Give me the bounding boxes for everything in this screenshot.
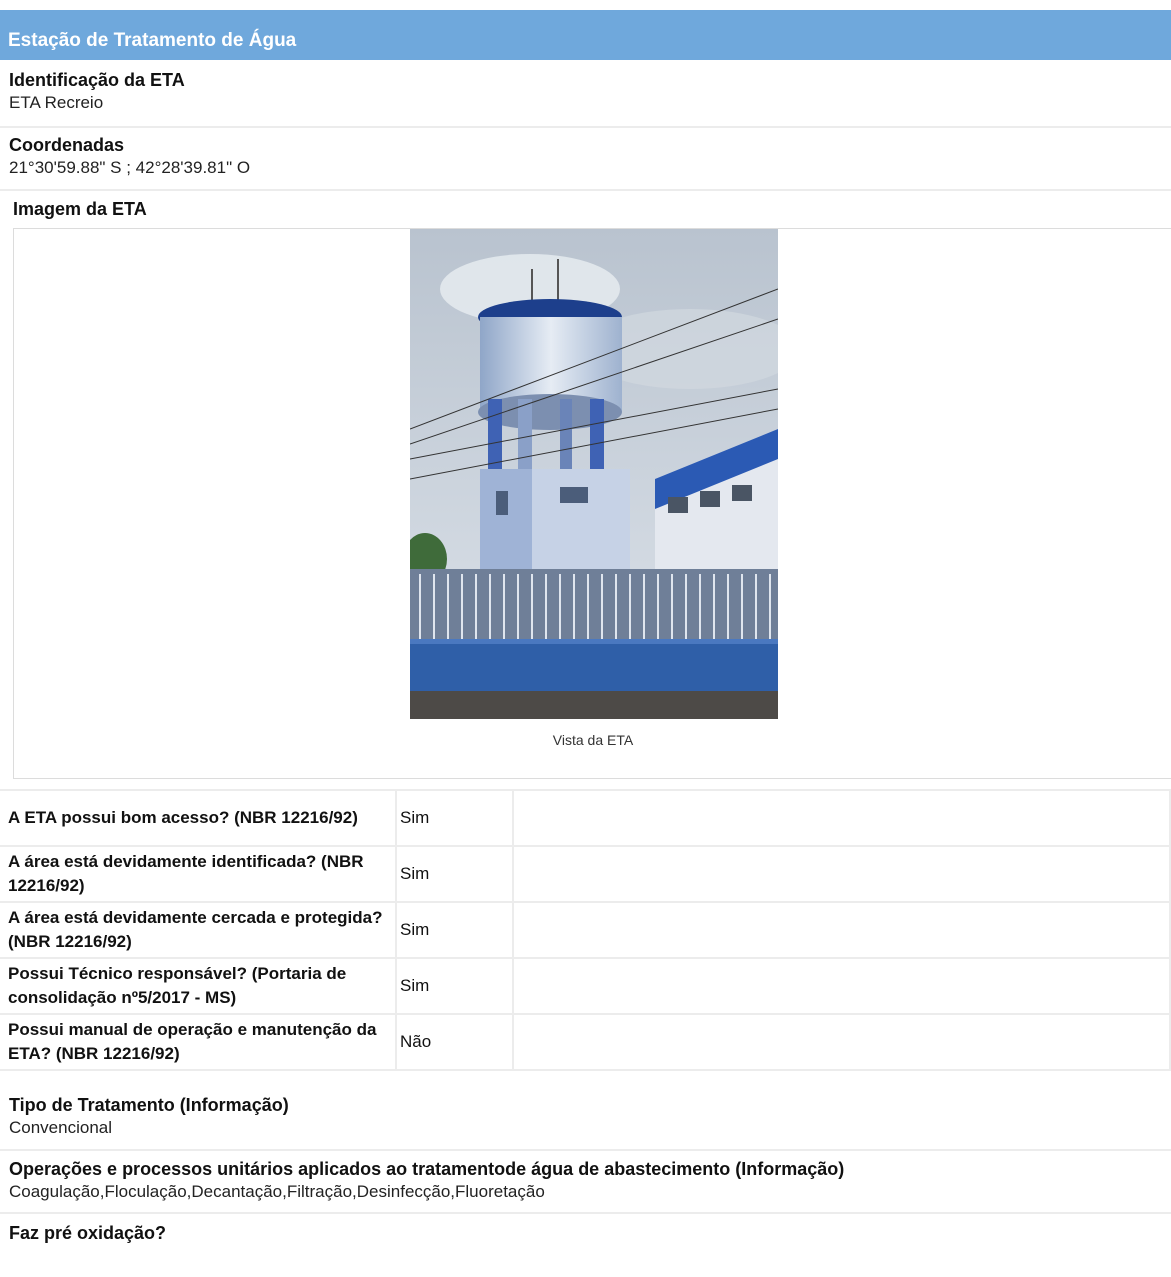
top-strip bbox=[0, 0, 1171, 10]
field-imagem: Imagem da ETA bbox=[0, 197, 1171, 227]
eta-photo bbox=[410, 229, 778, 719]
coordenadas-label: Coordenadas bbox=[9, 135, 125, 155]
image-caption: Vista da ETA bbox=[552, 732, 634, 748]
table-row: A ETA possui bom acesso? (NBR 12216/92) … bbox=[0, 789, 1171, 847]
table-row: A área está devidamente identificada? (N… bbox=[0, 845, 1171, 903]
table-row: Possui manual de operação e manutenção d… bbox=[0, 1013, 1171, 1071]
empty-cell bbox=[513, 845, 1171, 903]
tipo-label: Tipo de Tratamento (Informação) bbox=[9, 1095, 289, 1115]
field-tipo-tratamento: Tipo de Tratamento (Informação) Convenci… bbox=[0, 1093, 1171, 1151]
coordenadas-value: 21°30'59.88" S ; 42°28'39.81" O bbox=[9, 158, 251, 177]
field-operacoes: Operações e processos unitários aplicado… bbox=[0, 1157, 1171, 1214]
operacoes-value: Coagulação,Floculação,Decantação,Filtraç… bbox=[9, 1182, 545, 1201]
answer-cell: Sim bbox=[396, 845, 514, 903]
question-cell: A ETA possui bom acesso? (NBR 12216/92) bbox=[0, 789, 397, 847]
answer-cell: Sim bbox=[396, 901, 514, 959]
image-panel: Vista da ETA bbox=[13, 228, 1171, 779]
answer-cell: Sim bbox=[396, 957, 514, 1015]
identificacao-label: Identificação da ETA bbox=[9, 70, 185, 90]
question-cell: Possui manual de operação e manutenção d… bbox=[0, 1013, 397, 1071]
questions-table: A ETA possui bom acesso? (NBR 12216/92) … bbox=[0, 789, 1171, 1071]
answer-cell: Não bbox=[396, 1013, 514, 1071]
empty-cell bbox=[513, 789, 1171, 847]
section-title: Estação de Tratamento de Água bbox=[8, 30, 297, 51]
imagem-label: Imagem da ETA bbox=[13, 199, 147, 219]
table-row: A área está devidamente cercada e proteg… bbox=[0, 901, 1171, 959]
field-preoxidacao: Faz pré oxidação? bbox=[0, 1221, 1171, 1261]
answer-cell: Sim bbox=[396, 789, 514, 847]
question-cell: Possui Técnico responsável? (Portaria de… bbox=[0, 957, 397, 1015]
empty-cell bbox=[513, 901, 1171, 959]
empty-cell bbox=[513, 957, 1171, 1015]
operacoes-label: Operações e processos unitários aplicado… bbox=[9, 1159, 845, 1179]
identificacao-value: ETA Recreio bbox=[9, 93, 104, 112]
preoxidacao-label: Faz pré oxidação? bbox=[9, 1223, 167, 1243]
tipo-value: Convencional bbox=[9, 1118, 113, 1137]
empty-cell bbox=[513, 1013, 1171, 1071]
field-identificacao: Identificação da ETA ETA Recreio bbox=[0, 68, 1171, 128]
field-coordenadas: Coordenadas 21°30'59.88" S ; 42°28'39.81… bbox=[0, 133, 1171, 191]
table-row: Possui Técnico responsável? (Portaria de… bbox=[0, 957, 1171, 1015]
question-cell: A área está devidamente cercada e proteg… bbox=[0, 901, 397, 959]
question-cell: A área está devidamente identificada? (N… bbox=[0, 845, 397, 903]
section-header: Estação de Tratamento de Água bbox=[0, 10, 1171, 60]
